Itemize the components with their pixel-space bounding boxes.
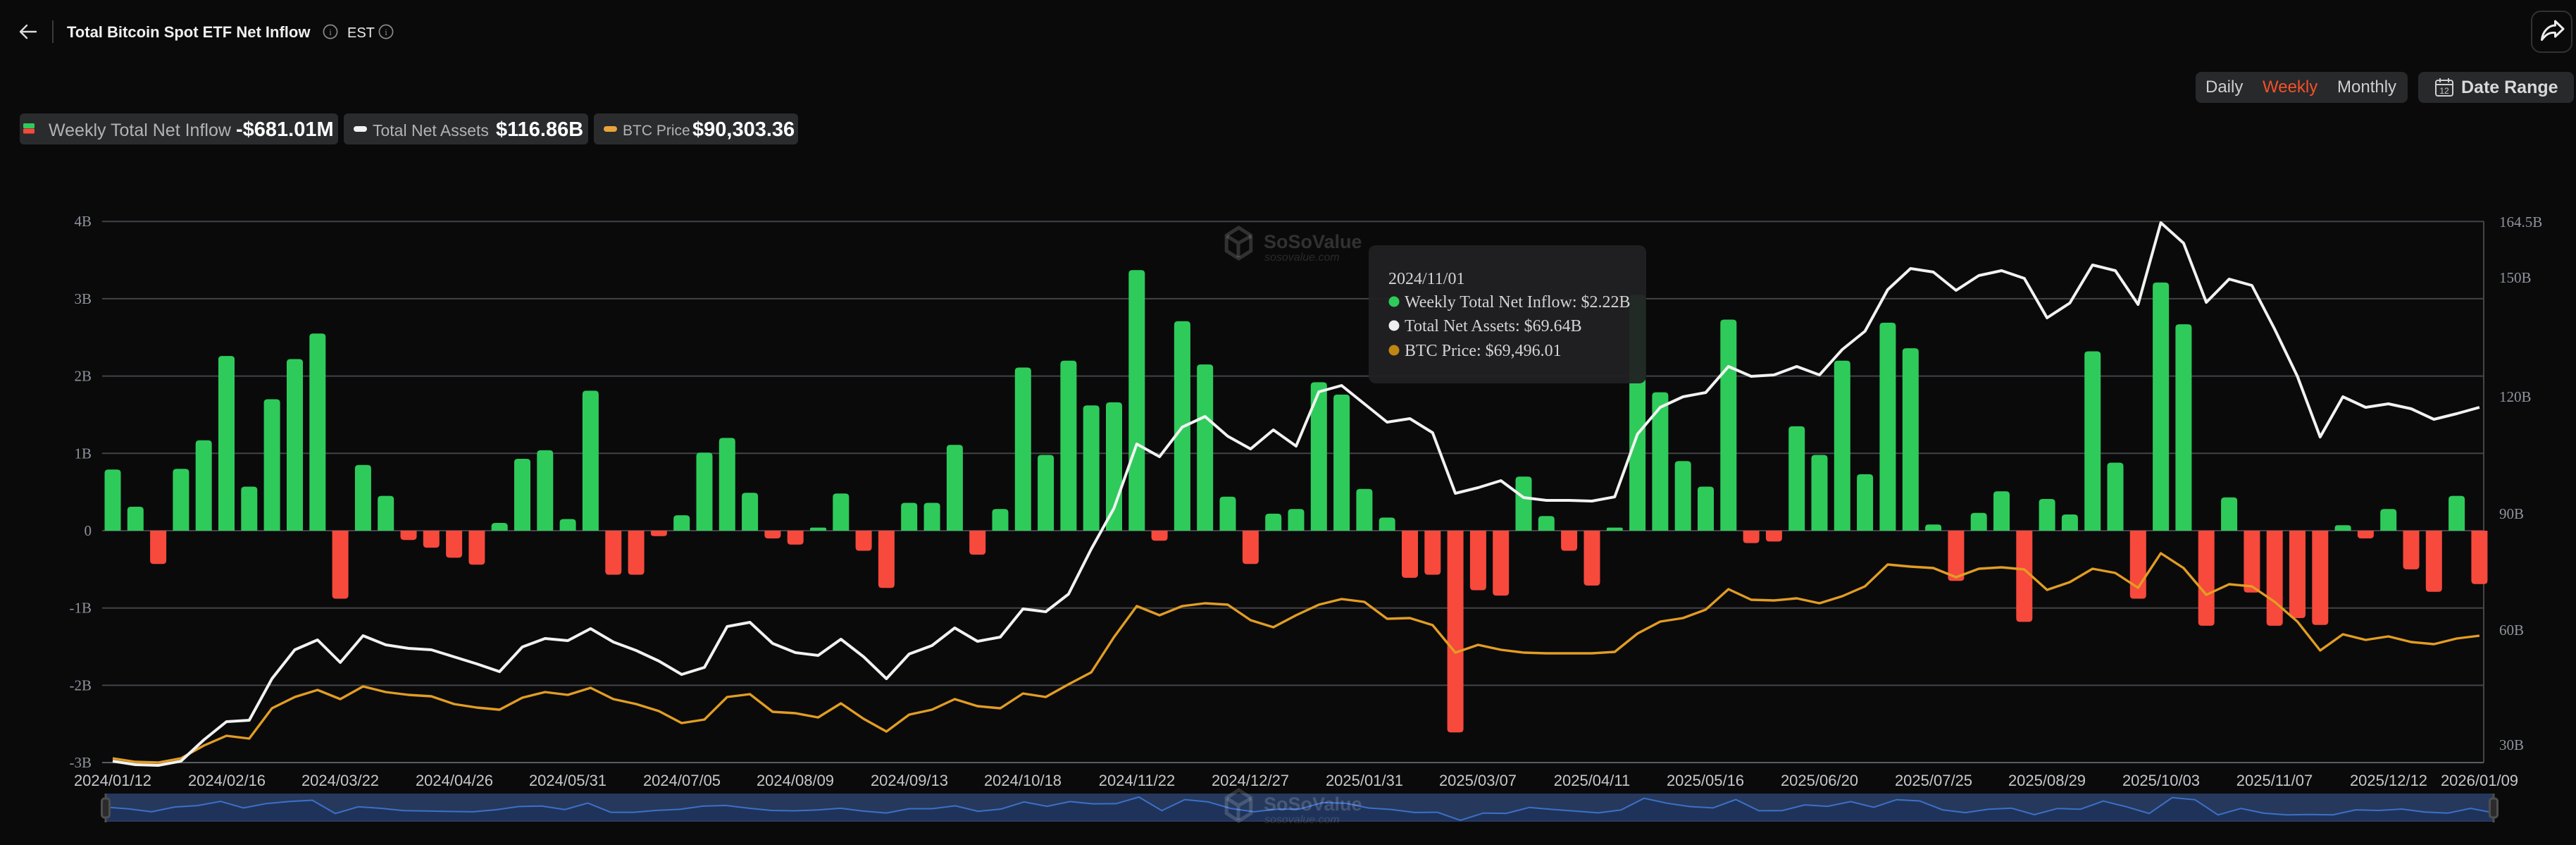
svg-text:-1B: -1B <box>70 600 92 617</box>
svg-text:sosovalue.com: sosovalue.com <box>1264 252 1340 264</box>
svg-text:2025/10/03: 2025/10/03 <box>2122 772 2200 789</box>
svg-text:2B: 2B <box>74 368 92 385</box>
svg-text:2024/11/01: 2024/11/01 <box>1388 270 1464 288</box>
svg-text:2025/06/20: 2025/06/20 <box>1781 772 1858 789</box>
svg-text:2025/11/07: 2025/11/07 <box>2236 772 2313 789</box>
svg-text:164.5B: 164.5B <box>2499 214 2542 230</box>
svg-text:2024/04/26: 2024/04/26 <box>416 772 493 789</box>
svg-text:150B: 150B <box>2499 269 2532 286</box>
svg-text:Total Net Assets: $69.64B: Total Net Assets: $69.64B <box>1405 317 1582 335</box>
svg-text:i: i <box>385 27 387 37</box>
svg-text:2025/12/12: 2025/12/12 <box>2350 772 2427 789</box>
svg-text:2025/01/31: 2025/01/31 <box>1326 772 1403 789</box>
svg-text:sosovalue.com: sosovalue.com <box>1264 814 1340 826</box>
svg-text:2024/12/27: 2024/12/27 <box>1212 772 1289 789</box>
svg-text:2024/07/05: 2024/07/05 <box>643 772 721 789</box>
svg-text:0: 0 <box>85 522 92 539</box>
svg-text:i: i <box>329 27 332 37</box>
svg-text:2025/07/25: 2025/07/25 <box>1895 772 1972 789</box>
svg-text:2026/01/09: 2026/01/09 <box>2441 772 2518 789</box>
svg-text:2025/05/16: 2025/05/16 <box>1667 772 1744 789</box>
svg-text:90B: 90B <box>2499 505 2524 522</box>
svg-text:2024/11/22: 2024/11/22 <box>1099 772 1175 789</box>
svg-text:1B: 1B <box>74 445 92 462</box>
svg-text:-2B: -2B <box>70 677 92 693</box>
svg-text:-3B: -3B <box>70 754 92 771</box>
svg-text:SoSoValue: SoSoValue <box>1264 231 1362 252</box>
svg-text:2024/02/16: 2024/02/16 <box>188 772 266 789</box>
svg-text:2025/03/07: 2025/03/07 <box>1439 772 1517 789</box>
svg-text:12: 12 <box>2439 86 2449 96</box>
svg-text:30B: 30B <box>2499 736 2524 753</box>
svg-text:60B: 60B <box>2499 622 2524 639</box>
svg-text:3B: 3B <box>74 290 92 307</box>
svg-text:120B: 120B <box>2499 388 2532 405</box>
svg-text:SoSoValue: SoSoValue <box>1264 794 1362 815</box>
svg-text:4B: 4B <box>74 213 92 230</box>
svg-text:2024/05/31: 2024/05/31 <box>529 772 606 789</box>
svg-text:2024/10/18: 2024/10/18 <box>984 772 1062 789</box>
svg-text:2024/08/09: 2024/08/09 <box>757 772 834 789</box>
svg-text:2025/08/29: 2025/08/29 <box>2008 772 2086 789</box>
svg-text:2024/03/22: 2024/03/22 <box>301 772 379 789</box>
svg-text:2025/04/11: 2025/04/11 <box>1554 772 1630 789</box>
svg-text:2024/01/12: 2024/01/12 <box>74 772 151 789</box>
svg-text:2024/09/13: 2024/09/13 <box>871 772 948 789</box>
svg-text:Weekly Total Net Inflow: $2.22: Weekly Total Net Inflow: $2.22B <box>1405 293 1631 312</box>
svg-text:BTC Price: $69,496.01: BTC Price: $69,496.01 <box>1405 342 1562 360</box>
